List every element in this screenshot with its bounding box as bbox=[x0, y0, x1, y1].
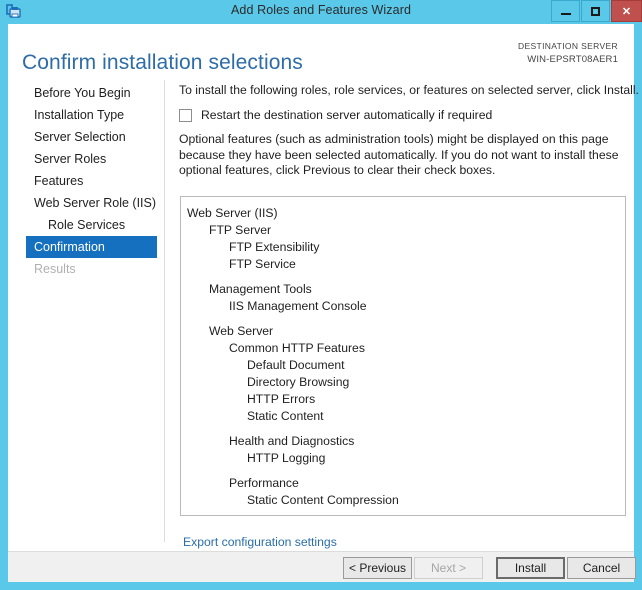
destination-server-value: WIN-EPSRT08AER1 bbox=[527, 54, 618, 65]
client-area: Confirm installation selections DESTINAT… bbox=[8, 24, 639, 565]
minimize-button[interactable] bbox=[551, 0, 580, 22]
destination-server-label: DESTINATION SERVER bbox=[518, 41, 618, 51]
previous-button[interactable]: < Previous bbox=[343, 557, 412, 579]
export-configuration-settings-link[interactable]: Export configuration settings bbox=[183, 534, 358, 550]
list-item: Performance bbox=[229, 476, 299, 490]
sidebar-item-confirmation[interactable]: Confirmation bbox=[26, 236, 157, 258]
next-button: Next > bbox=[414, 557, 483, 579]
list-item: HTTP Errors bbox=[247, 392, 316, 406]
sidebar-item-features[interactable]: Features bbox=[8, 170, 157, 192]
close-button[interactable]: ✕ bbox=[611, 0, 642, 22]
wizard-steps-sidebar: Before You Begin Installation Type Serve… bbox=[8, 82, 157, 537]
page-title: Confirm installation selections bbox=[22, 51, 303, 75]
sidebar-item-before-you-begin[interactable]: Before You Begin bbox=[8, 82, 157, 104]
sidebar-item-results: Results bbox=[34, 262, 76, 276]
list-item: HTTP Logging bbox=[247, 451, 326, 465]
list-item: FTP Service bbox=[229, 257, 296, 271]
sidebar-divider bbox=[164, 80, 165, 542]
list-item: Health and Diagnostics bbox=[229, 434, 355, 448]
restart-checkbox[interactable] bbox=[179, 108, 192, 122]
sidebar-item-web-server-role[interactable]: Web Server Role (IIS) bbox=[8, 192, 157, 214]
list-item: FTP Server bbox=[209, 223, 272, 237]
list-item: Common HTTP Features bbox=[229, 341, 365, 355]
cancel-button[interactable]: Cancel bbox=[567, 557, 636, 579]
list-item: FTP Extensibility bbox=[229, 240, 320, 254]
install-button[interactable]: Install bbox=[496, 557, 565, 579]
sidebar-item-role-services[interactable]: Role Services bbox=[8, 214, 157, 236]
wizard-button-bar: < Previous Next > Install Cancel bbox=[8, 551, 636, 582]
list-item: Web Server bbox=[209, 324, 274, 338]
maximize-button[interactable] bbox=[581, 0, 610, 22]
sidebar-item-installation-type[interactable]: Installation Type bbox=[8, 104, 157, 126]
wizard-window: Add Roles and Features Wizard ✕ Confirm … bbox=[0, 0, 642, 590]
restart-checkbox-label: Restart the destination server automatic… bbox=[201, 108, 493, 122]
selected-features-list[interactable]: Web Server (IIS) FTP Server FTP Extensib… bbox=[180, 196, 626, 516]
list-item: Static Content bbox=[247, 409, 324, 423]
sidebar-item-server-selection[interactable]: Server Selection bbox=[8, 126, 157, 148]
maximize-icon bbox=[591, 6, 600, 16]
list-item: Web Server (IIS) bbox=[187, 206, 278, 220]
sidebar-item-server-roles[interactable]: Server Roles bbox=[8, 148, 157, 170]
list-item: Directory Browsing bbox=[247, 375, 350, 389]
destination-server-block: DESTINATION SERVER WIN-EPSRT08AER1 bbox=[518, 40, 618, 66]
window-title: Add Roles and Features Wizard bbox=[230, 3, 412, 17]
list-item: Management Tools bbox=[209, 282, 312, 296]
list-item: IIS Management Console bbox=[229, 299, 367, 313]
title-bar: Add Roles and Features Wizard ✕ bbox=[0, 0, 642, 23]
window-controls: ✕ bbox=[550, 0, 642, 23]
intro-text: To install the following roles, role ser… bbox=[179, 83, 639, 97]
list-item: Default Document bbox=[247, 358, 345, 372]
optional-features-note: Optional features (such as administratio… bbox=[179, 132, 619, 177]
restart-checkbox-row[interactable]: Restart the destination server automatic… bbox=[179, 108, 627, 122]
minimize-icon bbox=[560, 13, 571, 15]
list-item: Static Content Compression bbox=[247, 493, 399, 507]
main-content: To install the following roles, role ser… bbox=[172, 82, 639, 190]
